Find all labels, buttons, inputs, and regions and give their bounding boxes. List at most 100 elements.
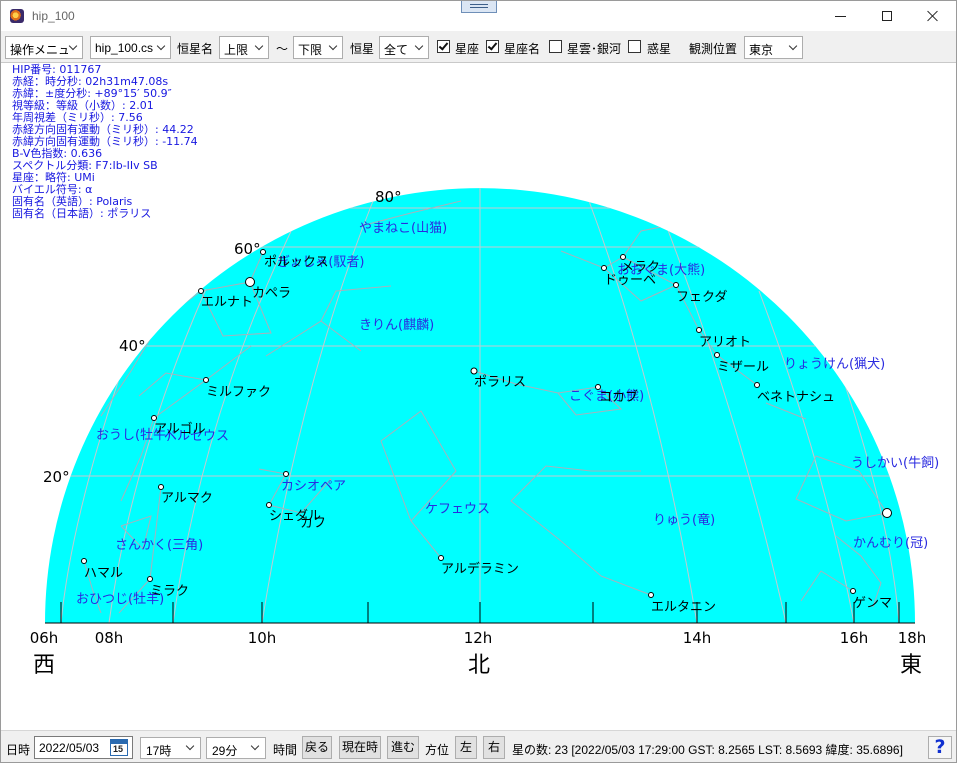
chevron-down-icon: [156, 41, 166, 51]
date-label: 日時: [6, 743, 31, 757]
hour-label: 06h: [30, 629, 59, 647]
window-title: hip_100: [32, 9, 75, 23]
star-label: メラク: [621, 260, 660, 275]
app-icon: [10, 9, 24, 23]
info-line: 固有名（日本語）: ポラリス: [12, 207, 152, 220]
rotate-right-button[interactable]: 右: [483, 736, 505, 759]
help-button[interactable]: ?: [928, 736, 952, 759]
app-window: hip_100 操作メニュ hip_100.cs 恒星名 上限 ～ 下限 恒星 …: [0, 0, 957, 763]
star-label: エルナト: [201, 295, 253, 310]
date-picker[interactable]: 2022/05/03 15: [34, 736, 133, 759]
star-marker[interactable]: [260, 249, 266, 255]
star-marker[interactable]: [754, 382, 760, 388]
time-now-button[interactable]: 現在時: [339, 736, 381, 759]
star-label: アルマク: [161, 491, 213, 506]
star-marker[interactable]: [266, 502, 272, 508]
calendar-icon-day: 15: [113, 744, 124, 754]
chevron-down-icon: [250, 741, 260, 751]
hour-label: 16h: [840, 629, 869, 647]
hour-dropdown[interactable]: 17時: [140, 737, 201, 759]
star-marker[interactable]: [147, 576, 153, 582]
constellation-names-checkbox[interactable]: [486, 40, 499, 53]
rotate-left-button[interactable]: 左: [455, 736, 477, 759]
planets-checkbox[interactable]: [628, 40, 641, 53]
star-marker[interactable]: [81, 558, 87, 564]
constellation-lines-checkbox[interactable]: [437, 40, 450, 53]
title-bar[interactable]: hip_100: [1, 1, 956, 31]
star-marker[interactable]: [595, 384, 601, 390]
constellation-name: さんかく(三角): [115, 538, 203, 553]
nebula-galaxy-checkbox[interactable]: [549, 40, 562, 53]
operation-menu-dropdown[interactable]: 操作メニュ: [5, 36, 83, 59]
star-marker[interactable]: [151, 415, 157, 421]
maximize-button[interactable]: [864, 1, 910, 31]
time-label: 時間: [273, 743, 298, 757]
star-marker[interactable]: [158, 484, 164, 490]
calendar-icon[interactable]: 15: [110, 739, 128, 756]
star-label: ポラリス: [474, 375, 526, 390]
star-marker[interactable]: [673, 282, 679, 288]
chevron-down-icon: [254, 41, 264, 51]
time-forward-button[interactable]: 進む: [387, 736, 419, 759]
star-label: ポルックス: [264, 255, 329, 270]
lower-limit-value: 下限: [298, 43, 323, 57]
minute-value: 29分: [212, 744, 238, 758]
altitude-label: 60°: [234, 240, 261, 258]
constellation-lines-label: 星座: [455, 42, 480, 56]
constellation-name: カシオペア: [281, 479, 346, 494]
maximize-icon: [882, 11, 892, 21]
observation-location-dropdown[interactable]: 東京: [744, 36, 803, 59]
drag-handle[interactable]: [461, 1, 497, 13]
hour-label: 10h: [248, 629, 277, 647]
star-marker[interactable]: [203, 377, 209, 383]
direction-label: 方位: [425, 743, 450, 757]
close-button[interactable]: [910, 1, 956, 31]
star-marker[interactable]: [850, 588, 856, 594]
star-filter-label: 恒星: [350, 42, 375, 56]
planets-label: 惑星: [647, 42, 672, 56]
star-marker[interactable]: [438, 555, 444, 561]
star-label: カフ: [300, 516, 326, 531]
minimize-button[interactable]: [818, 1, 864, 31]
star-marker[interactable]: [620, 254, 626, 260]
star-marker[interactable]: [283, 471, 289, 477]
chevron-down-icon: [328, 41, 338, 51]
time-back-button[interactable]: 戻る: [302, 736, 332, 759]
chevron-down-icon: [185, 741, 195, 751]
checkmark-icon: [487, 40, 498, 51]
star-label: ゲンマ: [853, 596, 892, 611]
star-marker[interactable]: [714, 352, 720, 358]
direction-east: 東: [900, 653, 922, 678]
star-label: エルタニン: [651, 600, 716, 615]
observation-location-value: 東京: [749, 43, 774, 57]
star-marker[interactable]: [882, 508, 892, 518]
catalog-file-value: hip_100.cs: [95, 41, 154, 55]
constellation-names-label: 星座名: [504, 42, 541, 56]
observation-location-label: 観測位置: [689, 42, 738, 56]
hour-label: 14h: [683, 629, 712, 647]
altitude-label: 40°: [119, 337, 146, 355]
star-label: ハマル: [84, 566, 123, 581]
star-marker[interactable]: [470, 367, 478, 375]
nebula-galaxy-label: 星雲･銀河: [567, 42, 622, 56]
lower-limit-dropdown[interactable]: 下限: [293, 36, 343, 59]
hour-value: 17時: [146, 744, 172, 758]
star-label: ドゥーベ: [604, 273, 656, 288]
star-filter-value: 全て: [384, 43, 409, 57]
star-filter-dropdown[interactable]: 全て: [379, 36, 429, 59]
star-marker[interactable]: [648, 592, 654, 598]
star-label: ミラク: [150, 584, 189, 599]
minute-dropdown[interactable]: 29分: [206, 737, 266, 759]
upper-limit-dropdown[interactable]: 上限: [219, 36, 269, 59]
checkmark-icon: [438, 40, 449, 51]
range-separator: ～: [276, 42, 289, 56]
star-marker[interactable]: [601, 265, 607, 271]
catalog-file-dropdown[interactable]: hip_100.cs: [90, 36, 171, 59]
direction-north: 北: [468, 653, 490, 678]
toolbar: 操作メニュ hip_100.cs 恒星名 上限 ～ 下限 恒星 全て 星座 星座…: [1, 31, 956, 63]
chevron-down-icon: [68, 41, 78, 51]
direction-west: 西: [33, 653, 55, 678]
star-marker[interactable]: [198, 288, 204, 294]
star-marker[interactable]: [696, 327, 702, 333]
star-label: カペラ: [252, 286, 291, 301]
